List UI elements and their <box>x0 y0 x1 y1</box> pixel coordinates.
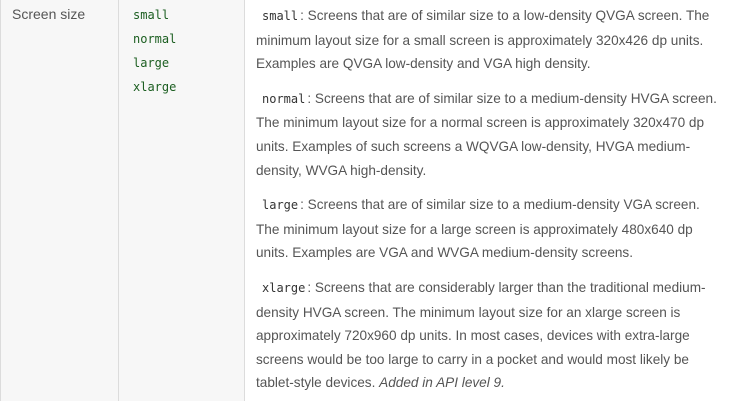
description-cell: small: Screens that are of similar size … <box>245 0 732 401</box>
description-large: large: Screens that are of similar size … <box>256 193 721 265</box>
qualifier-values-cell: small normal large xlarge <box>119 0 245 401</box>
description-small: small: Screens that are of similar size … <box>256 4 721 76</box>
description-code-small: small <box>262 9 299 23</box>
description-code-xlarge: xlarge <box>262 280 306 295</box>
qualifier-xlarge: xlarge <box>133 80 177 94</box>
description-code-large: large <box>262 198 299 213</box>
table-row-screen-size: Screen size small normal large xlarge sm… <box>0 0 732 401</box>
qualifier-large: large <box>133 56 170 70</box>
qualifier-normal: normal <box>133 32 177 46</box>
description-text-xlarge: : Screens that are considerably larger t… <box>256 279 706 391</box>
description-text-normal: : Screens that are of similar size to a … <box>256 90 717 178</box>
qualifier-small: small <box>133 8 170 22</box>
config-name: Screen size <box>12 6 86 22</box>
description-normal: normal: Screens that are of similar size… <box>256 87 721 182</box>
description-text-large: : Screens that are of similar size to a … <box>256 197 700 261</box>
description-code-normal: normal <box>262 91 306 106</box>
description-xlarge: xlarge: Screens that are considerably la… <box>256 276 721 395</box>
api-level-note: Added in API level 9. <box>379 375 505 391</box>
config-name-cell: Screen size <box>1 0 119 401</box>
description-text-small: : Screens that are of similar size to a … <box>256 8 710 72</box>
